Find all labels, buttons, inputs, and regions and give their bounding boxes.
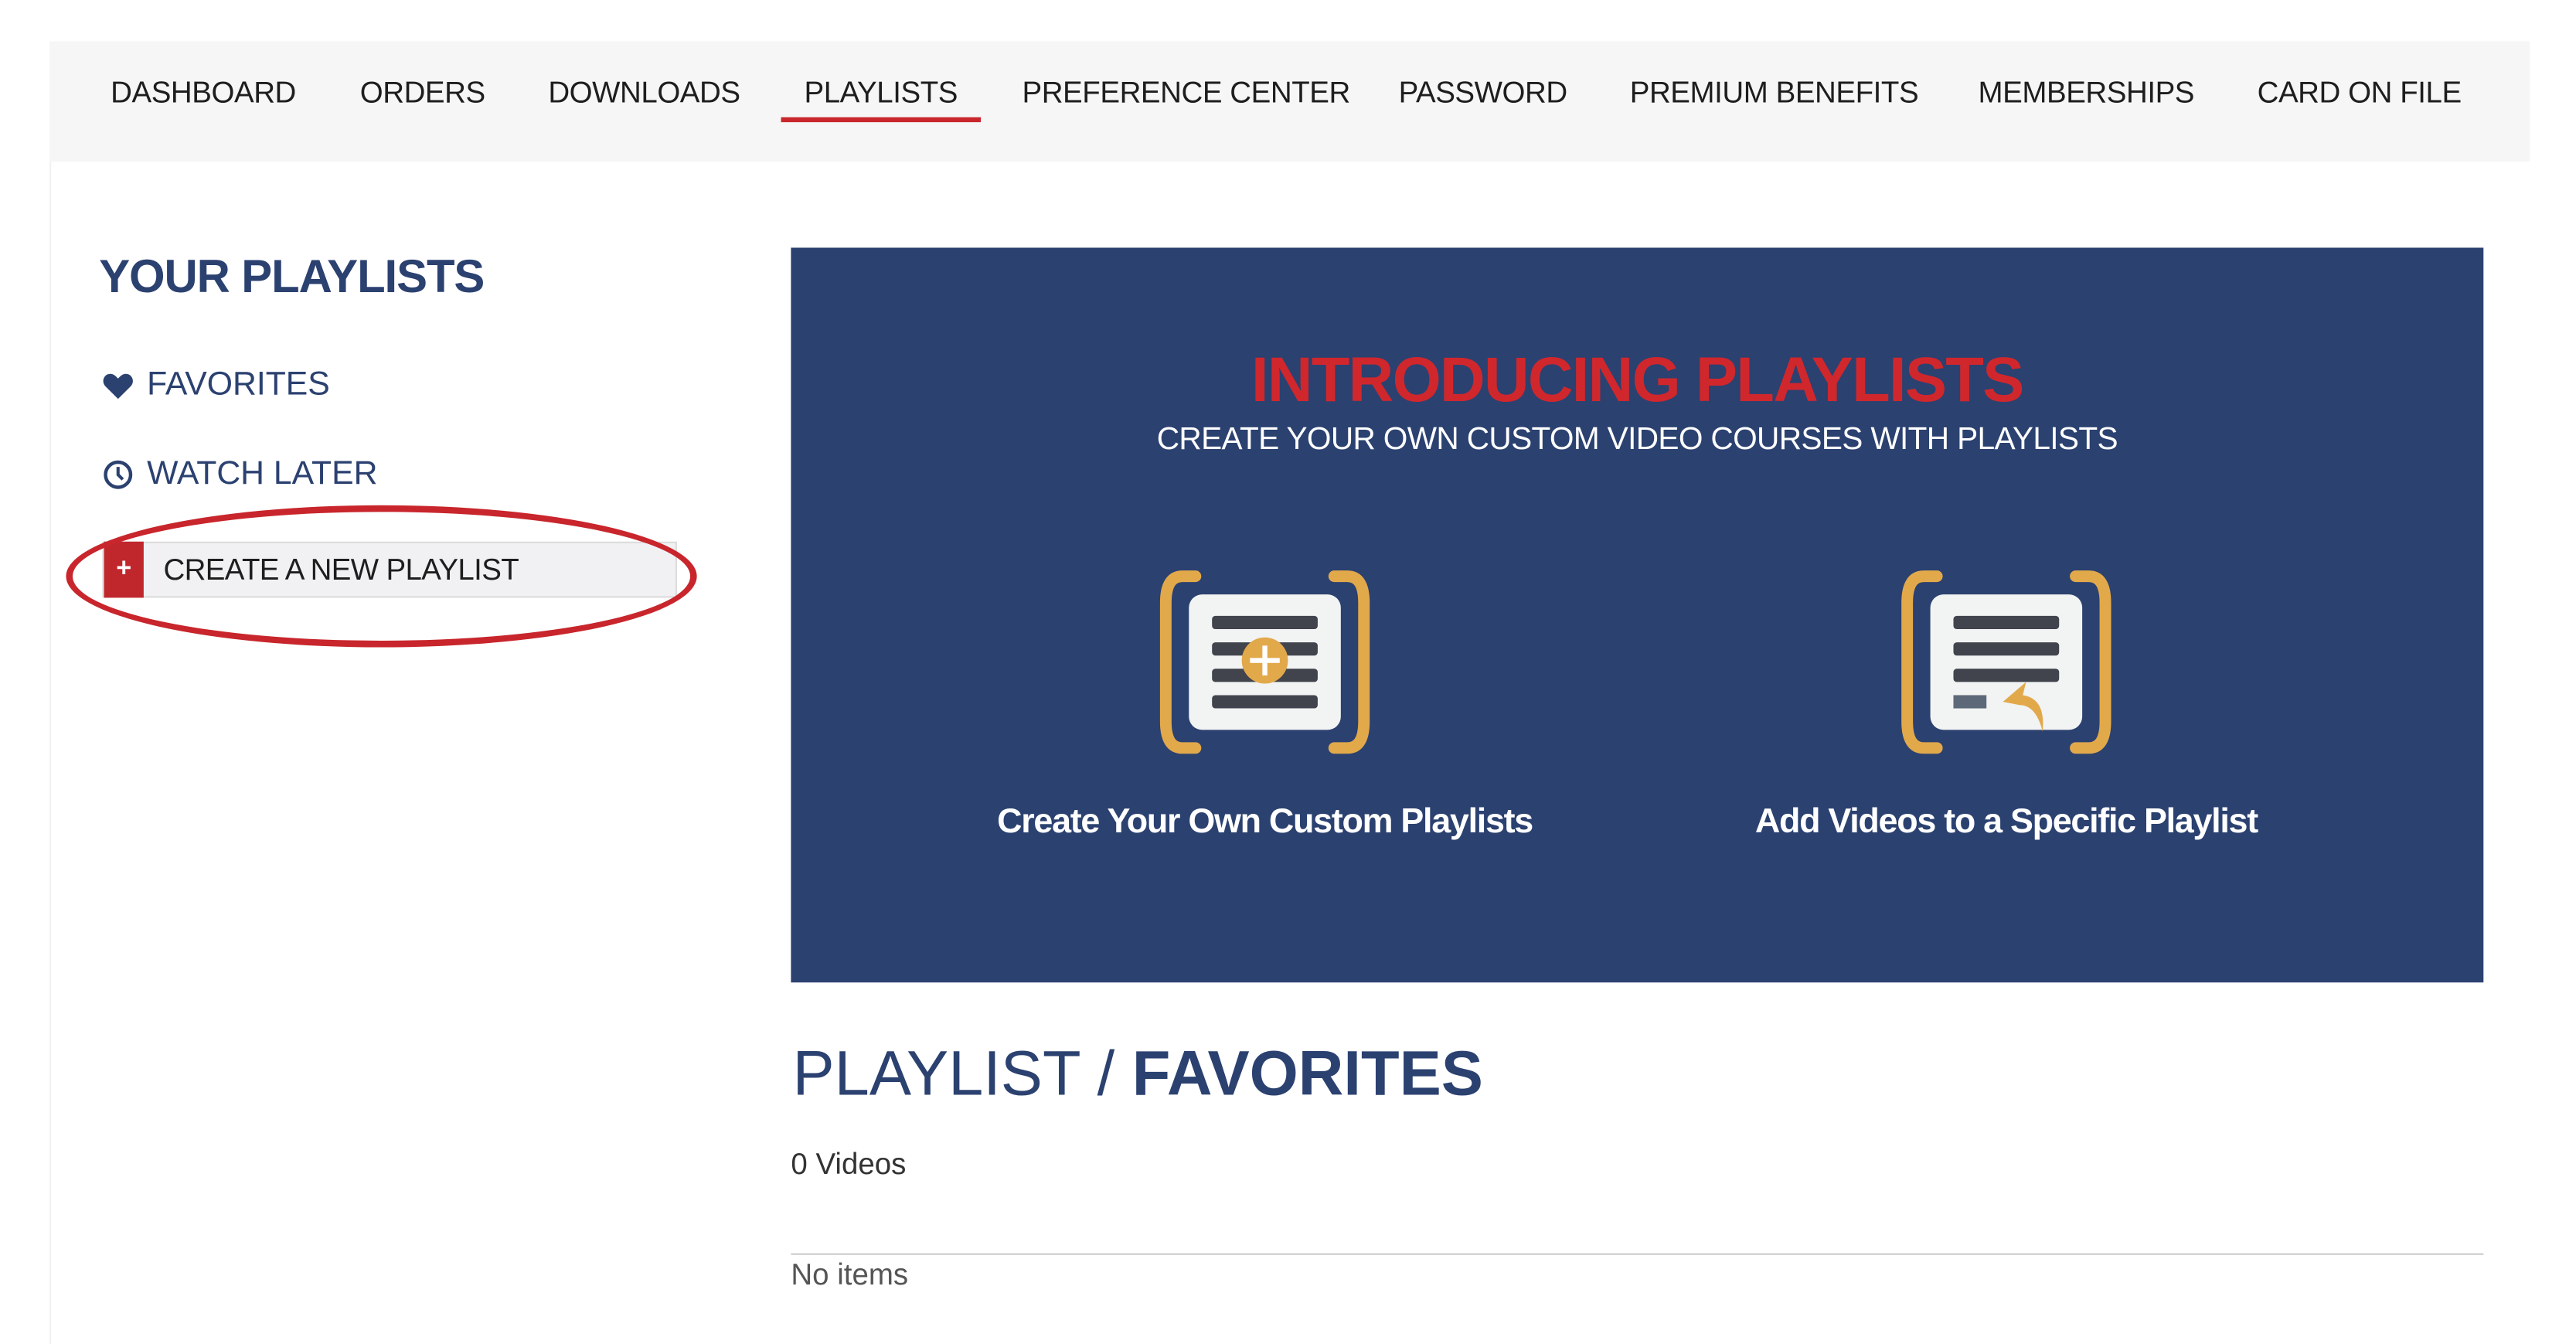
nav-preference-center[interactable]: PREFERENCE CENTER — [1022, 76, 1350, 111]
nav-memberships[interactable]: MEMBERSHIPS — [1979, 76, 2195, 111]
video-count: 0 Videos — [791, 1147, 907, 1181]
playlist-prefix: PLAYLIST / — [792, 1039, 1132, 1110]
feature-caption: Create Your Own Custom Playlists — [997, 802, 1533, 841]
nav-downloads[interactable]: DOWNLOADS — [548, 76, 740, 111]
playlist-name: FAVORITES — [1131, 1039, 1483, 1110]
divider — [49, 162, 52, 1344]
playlists-banner: INTRODUCING PLAYLISTS CREATE YOUR OWN CU… — [791, 247, 2484, 983]
playlist-add-icon — [1159, 570, 1370, 754]
account-nav: DASHBOARD ORDERS DOWNLOADS PLAYLISTS PRE… — [49, 41, 2530, 162]
heart-icon — [103, 373, 133, 399]
sidebar-item-watch-later[interactable]: WATCH LATER — [102, 456, 377, 494]
playlist-insert-icon — [1901, 570, 2112, 754]
sidebar-item-favorites[interactable]: FAVORITES — [102, 366, 330, 404]
empty-message: No items — [791, 1258, 909, 1291]
sidebar-item-label: WATCH LATER — [147, 455, 378, 492]
divider — [791, 1253, 2484, 1255]
nav-dashboard[interactable]: DASHBOARD — [111, 76, 296, 111]
nav-password[interactable]: PASSWORD — [1399, 76, 1568, 111]
banner-title: INTRODUCING PLAYLISTS — [1251, 346, 2024, 417]
feature-create: Create Your Own Custom Playlists — [918, 570, 1611, 842]
nav-playlists[interactable]: PLAYLISTS — [781, 76, 981, 123]
banner-subtitle: CREATE YOUR OWN CUSTOM VIDEO COURSES WIT… — [1156, 422, 2118, 458]
feature-add-videos: Add Videos to a Specific Playlist — [1659, 570, 2353, 842]
sidebar-item-label: FAVORITES — [147, 366, 330, 403]
playlist-heading: PLAYLIST / FAVORITES — [793, 1040, 1483, 1111]
clock-icon — [104, 460, 133, 489]
nav-card-on-file[interactable]: CARD ON FILE — [2258, 76, 2462, 111]
feature-caption: Add Videos to a Specific Playlist — [1754, 802, 2258, 841]
highlight-circle — [66, 505, 697, 648]
nav-orders[interactable]: ORDERS — [360, 76, 485, 111]
sidebar-title: YOUR PLAYLISTS — [99, 250, 485, 302]
nav-premium-benefits[interactable]: PREMIUM BENEFITS — [1630, 76, 1919, 111]
